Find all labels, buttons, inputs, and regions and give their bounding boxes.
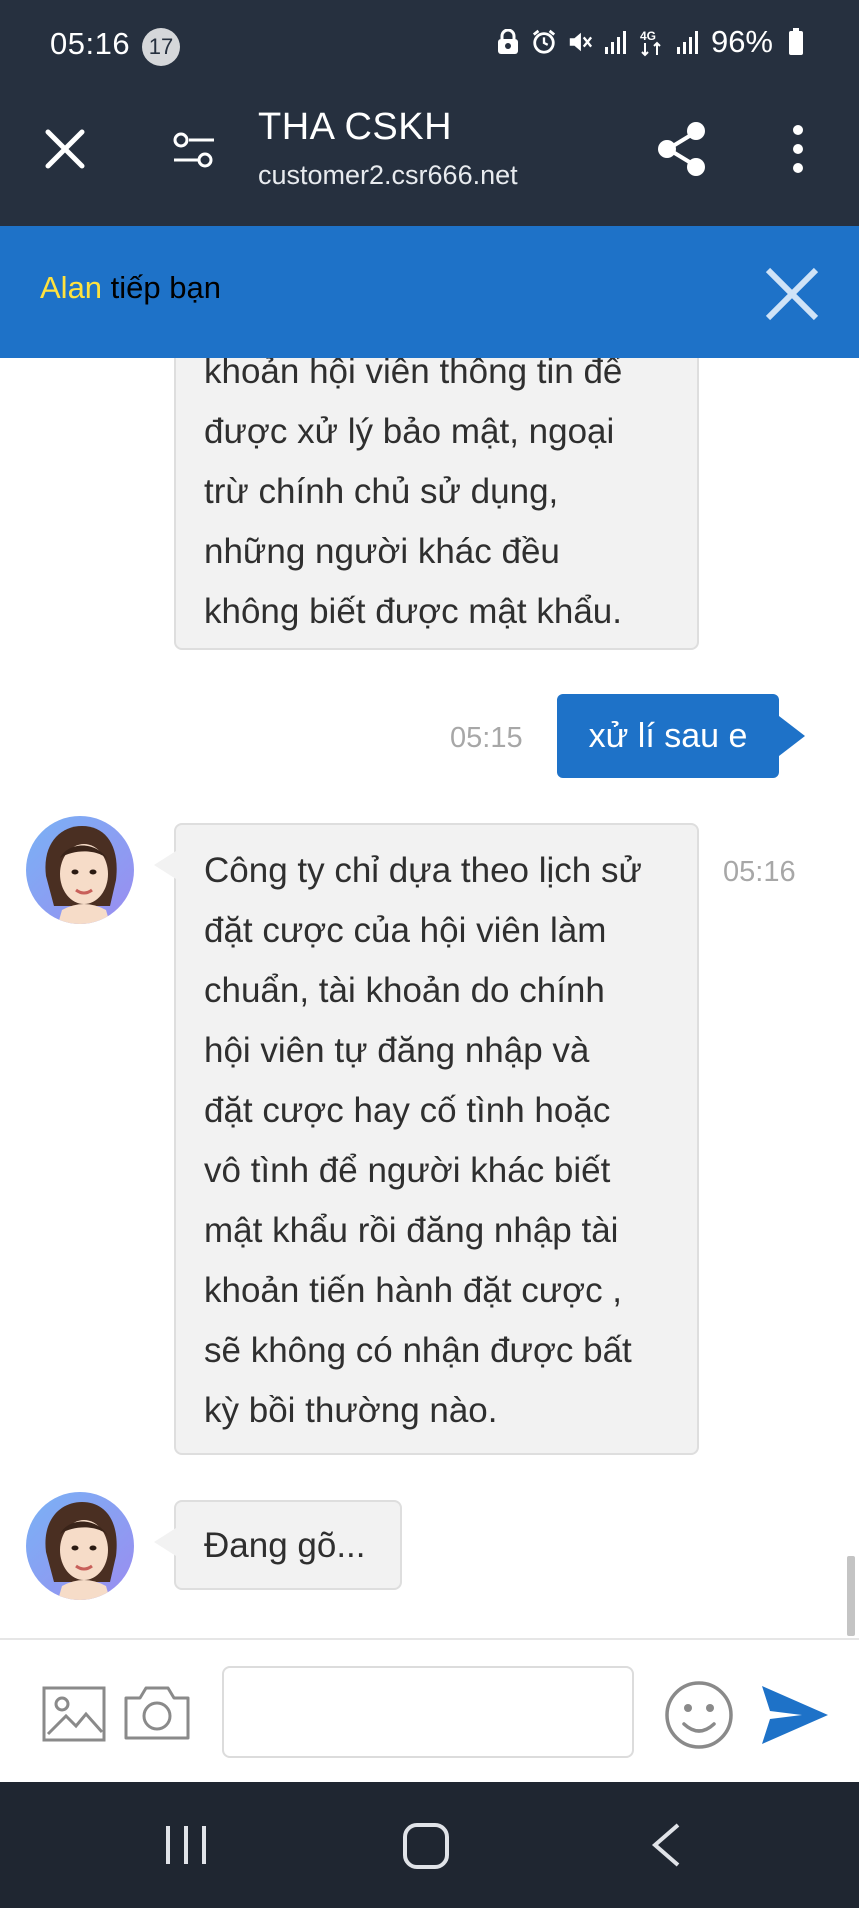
agent-banner-label: tiếp bạn — [102, 270, 221, 305]
bubble-tail — [154, 851, 176, 879]
message-line: đặt cược của hội viên làm — [204, 911, 607, 950]
page-url[interactable]: customer2.csr666.net — [258, 160, 518, 191]
typing-indicator-bubble: Đang gõ... — [154, 1500, 402, 1590]
bubble-tail — [779, 716, 805, 756]
alarm-icon — [531, 27, 557, 57]
message-line: chuẩn, tài khoản do chính — [204, 971, 605, 1010]
message-timestamp: 05:15 — [450, 722, 523, 754]
signal-icon — [675, 27, 701, 57]
signal-icon — [603, 27, 629, 57]
message-line: vô tình để người khác biết — [204, 1151, 611, 1190]
message-input[interactable] — [222, 1666, 634, 1758]
message-line: trừ chính chủ sử dụng, — [204, 472, 559, 511]
close-icon[interactable] — [44, 128, 86, 170]
send-icon[interactable] — [760, 1684, 830, 1746]
agent-message-bubble: khoản hội viên thông tin để được xử lý b… — [174, 320, 699, 650]
message-line: được xử lý bảo mật, ngoại — [204, 412, 615, 451]
home-icon[interactable] — [402, 1822, 450, 1870]
back-icon[interactable] — [650, 1822, 682, 1868]
message-line: không biết được mật khẩu. — [204, 592, 623, 631]
message-line: đặt cược hay cố tình hoặc — [204, 1091, 611, 1130]
share-icon[interactable] — [656, 120, 708, 178]
message-line: những người khác đều — [204, 532, 560, 571]
message-line: hội viên tự đăng nhập và — [204, 1031, 590, 1070]
bubble-tail — [154, 1528, 176, 1556]
page-title: THA CSKH — [258, 106, 453, 148]
message-line: mật khẩu rồi đăng nhập tài — [204, 1211, 619, 1250]
message-timestamp: 05:16 — [723, 856, 796, 888]
recent-apps-icon[interactable] — [164, 1822, 208, 1868]
chat-scrollbar[interactable] — [847, 1556, 855, 1636]
message-line: sẽ không có nhận được bất — [204, 1331, 632, 1370]
more-options-icon[interactable] — [786, 124, 810, 174]
message-line: Công ty chỉ dựa theo lịch sử — [204, 851, 642, 890]
recycle-lock-icon — [495, 27, 521, 57]
message-line: kỳ bồi thường nào. — [204, 1391, 498, 1430]
typing-text: Đang gõ... — [204, 1526, 366, 1565]
data-4g-icon: 4G — [639, 27, 665, 57]
browser-header: 05:16 17 4G 96% THA CSKH customer2.csr66… — [0, 0, 859, 226]
svg-text:4G: 4G — [640, 29, 656, 43]
image-upload-icon[interactable] — [42, 1686, 106, 1742]
status-time: 05:16 — [50, 26, 131, 61]
camera-icon[interactable] — [122, 1682, 192, 1742]
message-line: khoản tiến hành đặt cược , — [204, 1271, 623, 1310]
emoji-icon[interactable] — [664, 1680, 734, 1750]
message-text: xử lí sau e — [588, 716, 748, 755]
battery-percent: 96% — [710, 24, 773, 59]
banner-close-icon[interactable] — [764, 266, 820, 322]
status-icons: 4G 96% — [495, 24, 809, 60]
notification-count-badge: 17 — [142, 28, 180, 66]
agent-name: Alan — [40, 270, 103, 305]
user-message-bubble: xử lí sau e — [557, 694, 805, 778]
mute-icon — [567, 27, 593, 57]
battery-icon — [783, 27, 809, 57]
page-settings-icon[interactable] — [172, 130, 216, 170]
agent-banner-text: Alan tiếp bạn — [40, 270, 221, 306]
agent-avatar — [26, 816, 134, 924]
agent-message-bubble: Công ty chỉ dựa theo lịch sử đặt cược củ… — [154, 823, 699, 1455]
agent-avatar — [26, 1492, 134, 1600]
